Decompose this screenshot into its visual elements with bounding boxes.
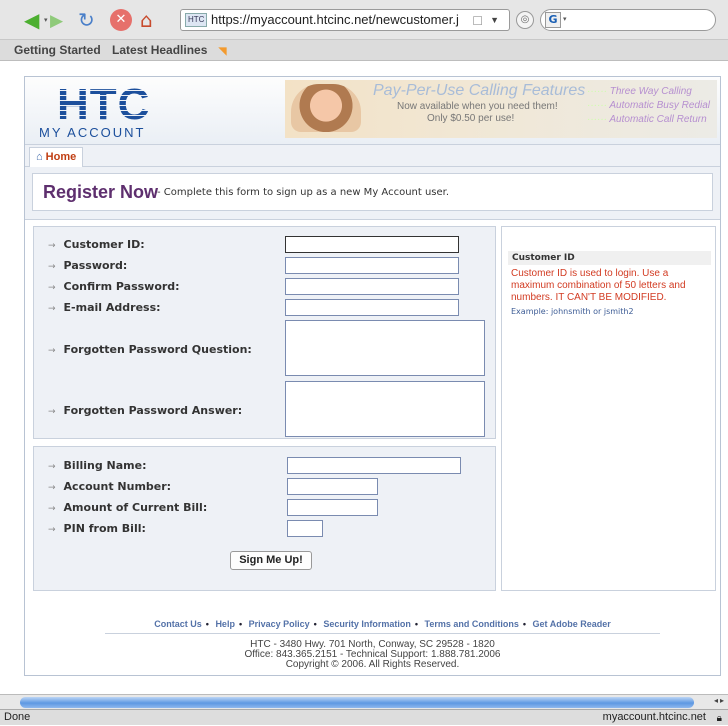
search-bar[interactable]: G ▾ [540, 9, 716, 31]
separator-dot: • [205, 619, 209, 629]
site-favicon-icon: HTC [185, 13, 208, 27]
promo-feature: Automatic Busy Redial [587, 100, 710, 111]
promo-feature: Three Way Calling [587, 86, 692, 97]
site-header: HTC MY ACCOUNT Pay-Per-Use Calling Featu… [25, 77, 720, 145]
separator-dot: • [414, 619, 419, 629]
promo-line: Now available when you need them! [397, 101, 558, 112]
stop-icon[interactable]: ✕ [110, 9, 132, 31]
home-icon[interactable]: ⌂ [140, 9, 153, 31]
separator-dot: • [313, 619, 317, 629]
scroll-arrows-icon[interactable]: ◂▸ [714, 696, 726, 705]
scrollbar-thumb[interactable] [20, 697, 694, 708]
billing-section: Billing Name: Account Number: Amount of … [33, 446, 496, 591]
page-content: HTC MY ACCOUNT Pay-Per-Use Calling Featu… [0, 62, 728, 694]
footer-copyright: Copyright © 2006. All Rights Reserved. [285, 659, 460, 670]
customer-id-field[interactable] [285, 236, 459, 253]
page-subtitle: - Complete this form to sign up as a new… [157, 187, 450, 198]
htc-logo[interactable]: HTC MY ACCOUNT [35, 81, 185, 143]
forward-arrow-icon[interactable]: ▶ [50, 10, 63, 32]
horizontal-scrollbar[interactable]: ◂▸ [0, 694, 728, 709]
pin-label: PIN from Bill: [48, 522, 146, 535]
footer-link-terms[interactable]: Terms and Conditions [425, 619, 519, 629]
url-dropdown-icon[interactable]: ▼ [490, 10, 499, 30]
status-domain: myaccount.htcinc.net [602, 711, 706, 723]
help-panel: Customer ID Customer ID is used to login… [501, 226, 716, 591]
site-frame: HTC MY ACCOUNT Pay-Per-Use Calling Featu… [24, 76, 721, 676]
bookmark-page-icon[interactable]: ☐ [472, 11, 483, 30]
billing-name-label: Billing Name: [48, 459, 147, 472]
status-bar: Done myaccount.htcinc.net 🔒︎ [0, 709, 728, 725]
amount-bill-label: Amount of Current Bill: [48, 501, 208, 514]
google-search-icon[interactable]: G [545, 12, 561, 28]
promo-feature: Automatic Call Return [587, 114, 706, 125]
tab-label: Home [45, 151, 77, 163]
help-text: Customer ID is used to login. Use a maxi… [511, 268, 686, 303]
separator-dot: • [522, 619, 527, 629]
back-arrow-icon[interactable]: ◀ [24, 9, 39, 31]
footer-link-contact[interactable]: Contact Us [154, 619, 202, 629]
status-text: Done [4, 711, 31, 723]
logo-text: HTC [57, 80, 151, 129]
account-number-label: Account Number: [48, 480, 172, 493]
page-title: Register Now [43, 182, 159, 202]
confirm-password-label: Confirm Password: [48, 280, 180, 293]
password-label: Password: [48, 259, 128, 272]
registration-area: Customer ID: Password: Confirm Password:… [25, 219, 720, 619]
answer-label: Forgotten Password Answer: [48, 404, 243, 417]
account-section: Customer ID: Password: Confirm Password:… [33, 226, 496, 439]
bookmark-getting-started[interactable]: Getting Started [14, 43, 101, 57]
customer-id-label: Customer ID: [48, 238, 145, 251]
amount-bill-field[interactable] [287, 499, 378, 516]
footer-link-adobe[interactable]: Get Adobe Reader [533, 619, 611, 629]
billing-name-field[interactable] [287, 457, 461, 474]
nav-tabs: ⌂ Home [25, 145, 720, 167]
browser-toolbar: ◀ ▾ ▶ ↻ ✕ ⌂ HTC https://myaccount.htcinc… [0, 0, 728, 40]
email-label: E-mail Address: [48, 301, 161, 314]
question-label: Forgotten Password Question: [48, 343, 252, 356]
bookmarks-bar: Getting Started Latest Headlines ◥ [0, 40, 728, 61]
tab-home[interactable]: ⌂ Home [29, 147, 84, 167]
promo-title: Pay-Per-Use Calling Features [373, 82, 586, 99]
promo-photo [291, 84, 361, 132]
bookmark-label: Latest Headlines [112, 43, 208, 57]
footer-link-help[interactable]: Help [215, 619, 235, 629]
answer-textarea[interactable] [285, 381, 485, 437]
footer-link-privacy[interactable]: Privacy Policy [249, 619, 310, 629]
promo-line: Only $0.50 per use! [427, 113, 515, 124]
footer-links: Contact Us • Help • Privacy Policy • Securi… [105, 619, 660, 634]
sign-me-up-button[interactable]: Sign Me Up! [230, 551, 312, 570]
footer-link-security[interactable]: Security Information [323, 619, 411, 629]
logo-subtitle: MY ACCOUNT [39, 125, 146, 140]
register-banner: Register Now - Complete this form to sig… [32, 173, 713, 211]
confirm-password-field[interactable] [285, 278, 459, 295]
bookmark-latest-headlines[interactable]: Latest Headlines ◥ [112, 43, 234, 57]
house-icon: ⌂ [36, 151, 43, 163]
help-heading: Customer ID [508, 251, 711, 265]
rss-icon: ◥ [218, 46, 227, 57]
help-example: Example: johnsmith or jsmith2 [511, 307, 634, 316]
history-dropdown-icon[interactable]: ▾ [44, 16, 48, 24]
password-field[interactable] [285, 257, 459, 274]
site-footer: Contact Us • Help • Privacy Policy • Securi… [25, 619, 720, 675]
separator-dot: • [238, 619, 243, 629]
search-engine-dropdown-icon[interactable]: ▾ [563, 15, 567, 23]
account-number-field[interactable] [287, 478, 378, 495]
pin-field[interactable] [287, 520, 323, 537]
question-textarea[interactable] [285, 320, 485, 376]
url-bar[interactable]: HTC https://myaccount.htcinc.net/newcust… [180, 9, 510, 31]
reload-icon[interactable]: ↻ [78, 9, 95, 31]
email-field[interactable] [285, 299, 459, 316]
lock-icon[interactable]: 🔒︎ [717, 711, 722, 726]
promo-banner[interactable]: Pay-Per-Use Calling Features Now availab… [285, 80, 717, 138]
feed-icon[interactable]: ◎ [516, 11, 534, 29]
url-text: https://myaccount.htcinc.net/newcustomer… [211, 12, 459, 27]
